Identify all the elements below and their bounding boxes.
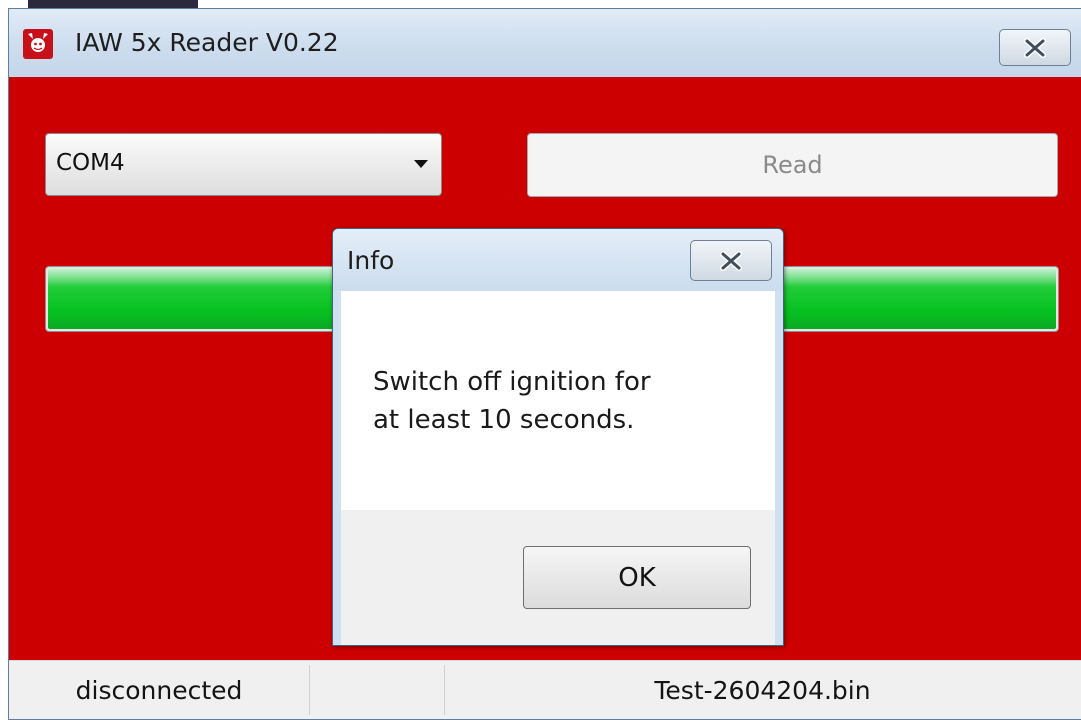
dialog-title-bar[interactable]: Info (333, 229, 783, 291)
status-bar: disconnected Test-2604204.bin (9, 660, 1081, 719)
dialog-message: Switch off ignition for at least 10 seco… (373, 363, 651, 439)
status-filename: Test-2604204.bin (654, 675, 871, 705)
window-title: IAW 5x Reader V0.22 (75, 28, 339, 57)
close-icon (1024, 37, 1046, 58)
dialog-message-line: Switch off ignition for (373, 367, 651, 397)
close-icon (720, 250, 742, 271)
dialog-close-button[interactable] (690, 240, 772, 281)
status-middle (309, 661, 444, 719)
dialog-body: Switch off ignition for at least 10 seco… (341, 291, 775, 645)
window-close-button[interactable] (999, 29, 1071, 66)
dialog-footer: OK (341, 510, 775, 645)
chevron-down-icon (414, 160, 428, 168)
status-connection: disconnected (75, 675, 243, 705)
info-dialog: Info Switch off ignition for at least 10… (332, 228, 784, 646)
dialog-message-line: at least 10 seconds. (373, 405, 635, 435)
ok-button[interactable]: OK (523, 546, 751, 609)
dialog-title: Info (347, 246, 395, 275)
read-button[interactable]: Read (527, 133, 1058, 197)
com-port-value: COM4 (56, 150, 125, 176)
com-port-select[interactable]: COM4 (45, 133, 442, 196)
title-bar[interactable]: IAW 5x Reader V0.22 (9, 9, 1081, 77)
devil-logo-icon (23, 29, 53, 59)
